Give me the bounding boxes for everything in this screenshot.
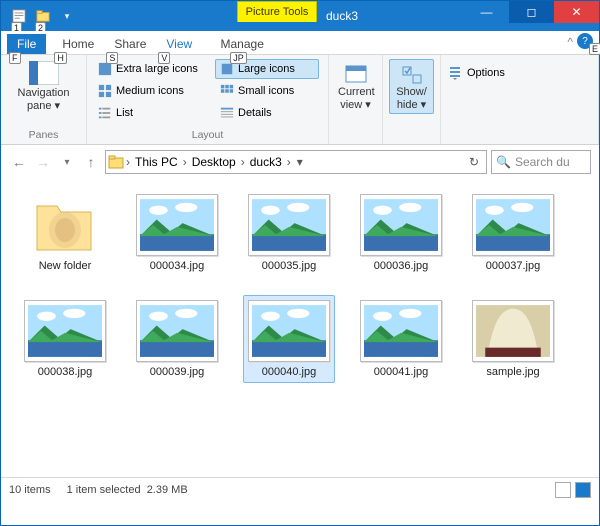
thumbnails-view-icon[interactable] (575, 482, 591, 498)
image-thumbnail (248, 194, 330, 256)
group-show-hide: Show/ hide ▾ (383, 55, 441, 144)
up-button[interactable]: ↑ (81, 152, 101, 172)
group-options: Options (441, 55, 599, 144)
image-thumbnail (472, 300, 554, 362)
file-name: 000035.jpg (262, 260, 316, 272)
options-button[interactable]: Options (447, 59, 592, 81)
show-hide-button[interactable]: Show/ hide ▾ (389, 59, 434, 114)
tab-manage[interactable]: Manage JP (202, 34, 282, 54)
group-layout: Extra large icons Large icons Medium ico… (87, 55, 329, 144)
group-current-view: Current view ▾ (329, 55, 383, 144)
address-bar: ← → ▾ ↑ › This PC › Desktop › duck3 › ▾ … (1, 145, 599, 179)
refresh-icon[interactable]: ↻ (464, 155, 484, 169)
file-name: 000037.jpg (486, 260, 540, 272)
qat-properties-icon[interactable]: 1 (9, 6, 29, 26)
breadcrumb-dropdown-icon[interactable]: ▾ (293, 155, 307, 169)
forward-button[interactable]: → (33, 152, 53, 172)
keytip: F (9, 52, 21, 64)
status-item-count: 10 items (9, 484, 51, 496)
group-label: Layout (93, 129, 322, 143)
window-controls: — ◻ ✕ (464, 1, 599, 23)
search-placeholder: Search du (515, 155, 570, 169)
small-icons-button[interactable]: Small icons (215, 81, 319, 101)
file-grid[interactable]: New folder 000034.jpg 000035.jpg 000036.jpg… (1, 179, 599, 477)
keytip: E (589, 43, 600, 55)
help-icon[interactable]: ? E (577, 33, 593, 49)
group-label: Panes (29, 129, 59, 143)
image-thumbnail (136, 300, 218, 362)
file-name: 000041.jpg (374, 366, 428, 378)
file-name: 000039.jpg (150, 366, 204, 378)
breadcrumb-segment[interactable]: This PC (132, 155, 181, 169)
folder-icon (31, 194, 99, 256)
status-view-switcher (555, 482, 591, 498)
group-label (335, 141, 376, 143)
qat-customize-icon[interactable]: ▾ (57, 6, 77, 26)
status-selection: 1 item selected 2.39 MB (67, 484, 188, 496)
keytip: S (106, 52, 118, 64)
file-item[interactable]: 000039.jpg (131, 295, 223, 383)
image-thumbnail (472, 194, 554, 256)
quick-access-toolbar: 1 2 ▾ (1, 6, 77, 26)
collapse-ribbon-icon[interactable]: ^ (567, 35, 573, 49)
tab-home[interactable]: Home H (52, 34, 104, 54)
breadcrumb-segment[interactable]: Desktop (189, 155, 239, 169)
image-thumbnail (360, 194, 442, 256)
search-icon: 🔍 (496, 155, 511, 169)
tab-file[interactable]: File F (7, 34, 46, 54)
breadcrumb[interactable]: › This PC › Desktop › duck3 › ▾ ↻ (105, 150, 487, 174)
contextual-tab-label: Picture Tools (237, 1, 317, 22)
file-name: 000038.jpg (38, 366, 92, 378)
close-button[interactable]: ✕ (554, 1, 599, 23)
file-name: 000040.jpg (262, 366, 316, 378)
list-button[interactable]: List (93, 103, 211, 123)
breadcrumb-segment[interactable]: duck3 (247, 155, 285, 169)
details-view-icon[interactable] (555, 482, 571, 498)
keytip: V (158, 52, 170, 64)
file-item[interactable]: New folder (19, 189, 111, 277)
maximize-button[interactable]: ◻ (509, 1, 554, 23)
window-title: duck3 (326, 1, 358, 31)
file-item[interactable]: 000035.jpg (243, 189, 335, 277)
keytip: H (54, 52, 67, 64)
tab-share[interactable]: Share S (104, 34, 156, 54)
navigation-pane-button[interactable]: Navigation pane ▾ (7, 59, 80, 112)
file-item[interactable]: 000034.jpg (131, 189, 223, 277)
details-button[interactable]: Details (215, 103, 319, 123)
group-label (389, 141, 434, 143)
image-thumbnail (24, 300, 106, 362)
back-button[interactable]: ← (9, 152, 29, 172)
file-item[interactable]: 000037.jpg (467, 189, 559, 277)
folder-icon (108, 154, 124, 170)
medium-icons-button[interactable]: Medium icons (93, 81, 211, 101)
file-item[interactable]: sample.jpg (467, 295, 559, 383)
image-thumbnail (136, 194, 218, 256)
current-view-button[interactable]: Current view ▾ (335, 59, 376, 114)
file-name: 000036.jpg (374, 260, 428, 272)
file-name: New folder (39, 260, 92, 272)
file-item[interactable]: 000036.jpg (355, 189, 447, 277)
tab-view[interactable]: View V (156, 34, 202, 54)
image-thumbnail (248, 300, 330, 362)
file-item[interactable]: 000041.jpg (355, 295, 447, 383)
ribbon-body: Navigation pane ▾ Panes Extra large icon… (1, 55, 599, 145)
recent-locations-button[interactable]: ▾ (57, 152, 77, 172)
image-thumbnail (360, 300, 442, 362)
group-panes: Navigation pane ▾ Panes (1, 55, 87, 144)
group-label (447, 141, 592, 143)
ribbon-tabs: File F Home H Share S View V Manage JP ^… (1, 31, 599, 55)
minimize-button[interactable]: — (464, 1, 509, 23)
file-item[interactable]: 000038.jpg (19, 295, 111, 383)
file-name: 000034.jpg (150, 260, 204, 272)
search-input[interactable]: 🔍 Search du (491, 150, 591, 174)
status-bar: 10 items 1 item selected 2.39 MB (1, 477, 599, 501)
file-name: sample.jpg (486, 366, 539, 378)
file-item[interactable]: 000040.jpg (243, 295, 335, 383)
title-bar: 1 2 ▾ Picture Tools duck3 — ◻ ✕ (1, 1, 599, 31)
keytip: JP (230, 52, 247, 64)
qat-newfolder-icon[interactable]: 2 (33, 6, 53, 26)
